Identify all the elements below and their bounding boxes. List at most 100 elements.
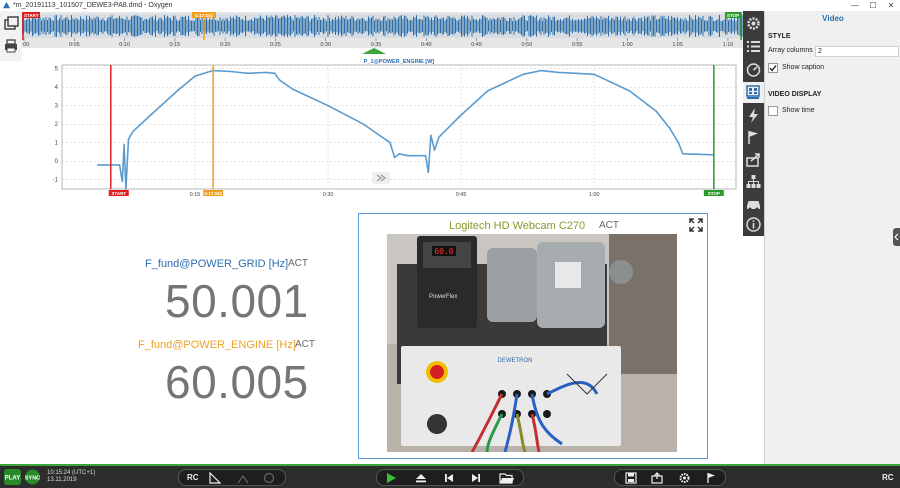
chart-data-point <box>265 71 267 73</box>
engine-frequency-label: F_fund@POWER_ENGINE [Hz] <box>138 339 296 351</box>
properties-title: Video <box>822 14 844 23</box>
file-actions-group <box>614 469 726 486</box>
play-mode-button[interactable]: PLAY <box>4 469 21 485</box>
export-file-icon[interactable] <box>651 472 663 484</box>
video-caption: Logitech HD Webcam C270 <box>449 220 586 232</box>
chart-data-point <box>558 71 560 73</box>
hierarchy-icon[interactable] <box>745 173 762 190</box>
chart-data-point <box>593 73 595 75</box>
right-toolbar <box>743 11 764 236</box>
chart-title: P_1@POWER_ENGINE [W] <box>364 59 435 65</box>
overview-waveform[interactable]: 0:00 0:05 0:10 0:15 0:20 0:25 0:30 0:35 0:40 0:45… <box>22 12 743 54</box>
overview-timeline[interactable]: 0:00 0:05 0:10 0:15 0:20 0:25 0:30 0:35 0:40 0:45… <box>22 12 743 54</box>
expand-icon[interactable] <box>689 218 703 232</box>
rc-right-button[interactable]: RC <box>882 473 894 482</box>
grid-frequency-act: ACT <box>288 258 308 269</box>
sync-label: SYNC <box>25 476 40 482</box>
window-title: *m_20191113_101507_DEWE3-PA8.dmd - Oxyge… <box>13 2 173 9</box>
chart-x-tick-label: 1:00 <box>589 192 600 198</box>
export-icon[interactable] <box>745 151 762 168</box>
target-icon[interactable] <box>263 472 275 484</box>
ruler-icon[interactable] <box>209 472 221 484</box>
measure-icon[interactable] <box>237 472 249 484</box>
array-columns-label: Array columns <box>768 47 813 54</box>
lightning-icon[interactable] <box>745 107 762 124</box>
skip-back-icon[interactable] <box>443 472 455 484</box>
chart-data-point <box>292 88 294 90</box>
show-caption-checkbox[interactable] <box>768 63 778 73</box>
overview-tick-label: 0:30 <box>320 42 331 48</box>
maximize-button[interactable]: ☐ <box>866 0 880 11</box>
array-columns-input[interactable]: 2 <box>815 46 899 57</box>
show-time-checkbox[interactable] <box>768 106 778 116</box>
overview-scroll-handle[interactable] <box>362 48 386 54</box>
print-icon[interactable] <box>2 37 20 55</box>
overview-tick-label: 0:50 <box>521 42 532 48</box>
drive-brand-text: PowerFlex <box>429 294 457 300</box>
chart-data-point <box>247 72 249 74</box>
chart-x-tick-label: 0:45 <box>456 192 467 198</box>
close-button[interactable]: ✕ <box>884 0 898 11</box>
analysis-tools-group: RC <box>178 469 286 486</box>
overview-axis: 0:00 0:05 0:10 0:15 0:20 0:25 0:30 0:35 0:40 0:45… <box>22 38 733 48</box>
flag-icon[interactable] <box>745 129 762 146</box>
clock-readout: 10:15:24 (UTC+1) 13.11.2019 <box>47 470 95 484</box>
car-icon[interactable] <box>745 195 762 212</box>
chart-data-point <box>230 70 231 72</box>
gear-icon[interactable] <box>745 15 762 32</box>
list-icon[interactable] <box>745 38 762 55</box>
chart-y-tick-label: -1 <box>53 178 59 184</box>
chart-y-tick-label: 5 <box>55 67 59 73</box>
clock-time: 10:15:24 (UTC+1) <box>47 470 96 476</box>
play-icon[interactable] <box>384 471 398 485</box>
save-icon[interactable] <box>625 472 637 484</box>
rc-button[interactable]: RC <box>187 473 199 482</box>
chart-data-point <box>655 110 657 112</box>
show-time-label: Show time <box>782 107 815 114</box>
skip-forward-icon[interactable] <box>470 472 482 484</box>
overview-tick-label: 0:05 <box>69 42 80 48</box>
overview-tick-label: 0:00 <box>22 42 29 48</box>
settings-cog-icon[interactable] <box>678 472 691 484</box>
chart-data-point <box>389 142 391 144</box>
chart-x-tick-label: 0:15 <box>190 192 201 198</box>
marker-flag-icon[interactable] <box>705 472 717 484</box>
video-panel[interactable]: Logitech HD Webcam C270 ACT 60.0 PowerFl… <box>358 213 708 459</box>
overview-tick-label: 0:55 <box>572 42 583 48</box>
gauge-icon[interactable] <box>745 61 762 78</box>
chart-data-point <box>274 72 276 74</box>
chart-data-point <box>394 157 396 159</box>
chart-data-point <box>278 79 280 81</box>
video-display-header: VIDEO DISPLAY <box>768 91 822 98</box>
bottom-bar: PLAY SYNC 10:15:24 (UTC+1) 13.11.2019 RC <box>0 464 900 488</box>
chart-plot-area <box>61 64 737 190</box>
chart-data-point <box>398 153 400 155</box>
chart-data-point <box>425 155 427 157</box>
overview-tick-label: 0:40 <box>421 42 432 48</box>
overview-tick-label: 0:45 <box>471 42 482 48</box>
chart-data-point <box>121 181 123 183</box>
power-engine-chart[interactable]: P_1@POWER_ENGINE [W] 5 4 3 2 1 0 -1 0:15 0:30 0:45… <box>52 57 742 202</box>
chart-data-point <box>668 127 670 129</box>
minimize-button[interactable]: — <box>848 0 862 11</box>
sync-button[interactable]: SYNC <box>24 469 41 485</box>
chart-data-point <box>430 134 432 136</box>
oxygen-app: *m_20191113_101507_DEWE3-PA8.dmd - Oxyge… <box>0 0 900 488</box>
checkmark-icon <box>769 65 777 72</box>
grid-frequency-label: F_fund@POWER_GRID [Hz] <box>145 258 289 270</box>
panel-brand-text: DEWETRON <box>498 358 533 364</box>
overview-cursor-label: 0:17.042 <box>195 13 213 18</box>
eject-icon[interactable] <box>415 472 427 484</box>
video-display-icon[interactable] <box>745 84 762 101</box>
chart-y-tick-label: 3 <box>55 104 59 110</box>
info-icon[interactable] <box>745 216 762 233</box>
chart-data-point <box>363 123 365 125</box>
chart-data-point <box>194 75 196 77</box>
folder-open-icon[interactable] <box>499 471 515 485</box>
left-toolbar <box>0 11 22 61</box>
screens-icon[interactable] <box>2 15 20 33</box>
style-header: STYLE <box>768 33 791 40</box>
chart-data-point <box>427 171 429 173</box>
chart-data-point <box>327 105 329 107</box>
collapse-panel-handle[interactable] <box>893 228 900 246</box>
